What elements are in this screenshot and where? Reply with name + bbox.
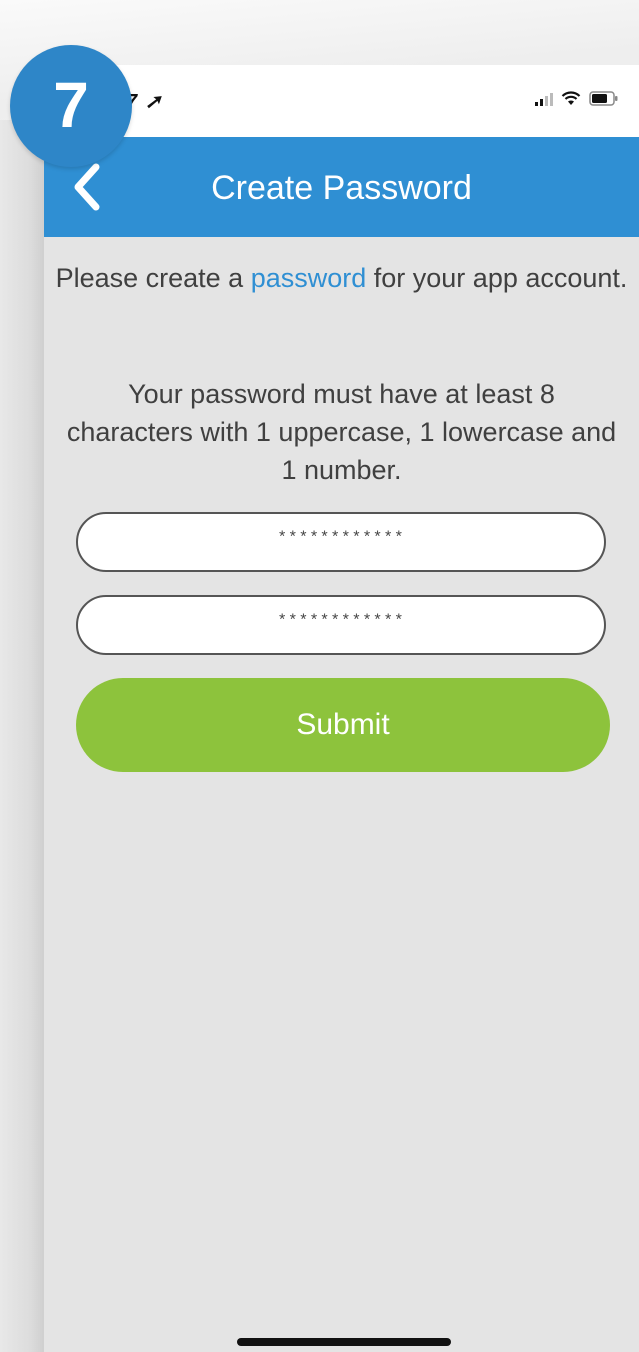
wifi-icon bbox=[561, 91, 581, 106]
location-arrow-icon: ➚ bbox=[144, 91, 163, 113]
intro-text-after: for your app account. bbox=[366, 263, 628, 293]
page-title: Create Password bbox=[211, 169, 472, 207]
password-input[interactable]: ************ bbox=[76, 512, 606, 572]
battery-icon bbox=[589, 91, 619, 106]
phone-screen: 7 ➚ Create Password Please create a pass… bbox=[44, 65, 639, 1352]
submit-button[interactable]: Submit bbox=[76, 678, 610, 772]
step-number-badge: 7 bbox=[10, 45, 132, 167]
phone-bezel-edge bbox=[0, 120, 44, 1352]
intro-text: Please create a password for your app ac… bbox=[54, 259, 629, 297]
confirm-password-input[interactable]: ************ bbox=[76, 595, 606, 655]
intro-text-before: Please create a bbox=[55, 263, 251, 293]
home-indicator[interactable] bbox=[237, 1338, 451, 1346]
password-rules-text: Your password must have at least 8 chara… bbox=[66, 379, 617, 485]
password-link[interactable]: password bbox=[251, 263, 367, 293]
signal-icon bbox=[535, 92, 553, 106]
status-bar: 7 ➚ bbox=[44, 65, 639, 137]
status-icons bbox=[535, 91, 619, 106]
navigation-bar: Create Password bbox=[44, 137, 639, 237]
